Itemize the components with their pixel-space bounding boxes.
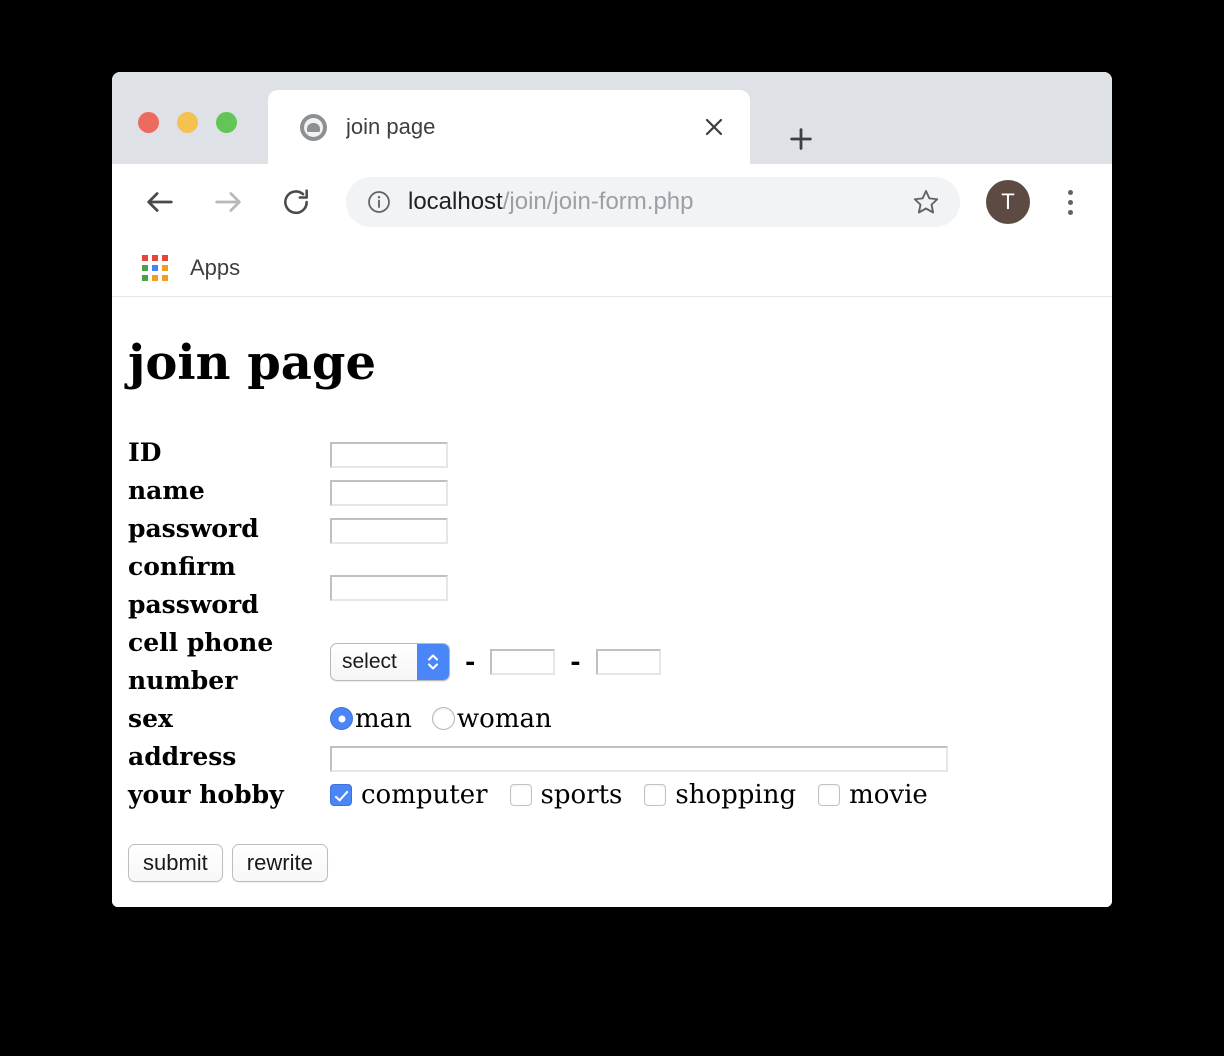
menu-dot <box>1067 209 1073 215</box>
submit-button[interactable]: submit <box>128 843 223 882</box>
label-address: address <box>128 741 237 771</box>
browser-window: join page localhost/join/join-form.php T… <box>112 72 1112 907</box>
url-path: /join/join-form.php <box>502 188 694 215</box>
minimize-window-button[interactable] <box>177 112 198 133</box>
sex-radio-group: man woman <box>330 704 950 734</box>
window-traffic-lights <box>138 112 237 133</box>
radio-woman-label: woman <box>456 703 552 734</box>
phone-separator-1: - <box>464 647 476 677</box>
address-bar[interactable]: localhost/join/join-form.php <box>346 177 960 227</box>
label-confirm-password: confirm password <box>128 551 259 619</box>
join-form: ID name password confirm password cell p… <box>128 434 950 814</box>
menu-dot <box>1067 199 1073 205</box>
form-row-sex: sex man woman <box>128 700 950 738</box>
hobby-checkbox-group: computer sports shopping movie <box>330 780 950 810</box>
checkbox-shopping[interactable] <box>644 783 667 806</box>
phone-middle-input[interactable] <box>490 648 556 675</box>
form-row-cell-phone-number: cell phone number select - - <box>128 624 950 700</box>
radio-woman[interactable] <box>431 707 455 731</box>
browser-tab[interactable]: join page <box>268 90 750 164</box>
name-input[interactable] <box>330 479 448 506</box>
forward-button[interactable] <box>204 178 252 226</box>
label-your-hobby: your hobby <box>128 779 284 809</box>
phone-prefix-select[interactable]: select <box>330 642 450 681</box>
back-button[interactable] <box>136 178 184 226</box>
label-password: password <box>128 513 259 543</box>
maximize-window-button[interactable] <box>216 112 237 133</box>
password-input[interactable] <box>330 517 448 544</box>
browser-toolbar: localhost/join/join-form.php T <box>112 164 1112 240</box>
globe-favicon-icon <box>300 113 327 141</box>
form-row-password: password <box>128 510 950 548</box>
rewrite-button[interactable]: rewrite <box>231 843 328 882</box>
reload-button[interactable] <box>272 178 320 226</box>
tab-strip: join page <box>112 72 1112 164</box>
checkbox-sports-label: sports <box>540 779 623 810</box>
bookmarks-bar: Apps <box>112 240 1112 297</box>
phone-separator-2: - <box>570 647 581 677</box>
new-tab-button[interactable] <box>780 118 822 160</box>
tab-title: join page <box>346 114 436 139</box>
form-row-your-hobby: your hobby computer sports shopping movi… <box>128 776 950 814</box>
url-host: localhost <box>408 188 503 215</box>
checkbox-shopping-label: shopping <box>675 779 797 810</box>
checkbox-sports[interactable] <box>509 783 532 806</box>
three-dot-menu-icon[interactable] <box>1052 180 1088 224</box>
checkbox-computer-label: computer <box>361 779 488 810</box>
apps-shortcut[interactable]: Apps <box>142 255 240 281</box>
page-viewport: join page ID name password confirm passw… <box>112 297 1112 907</box>
profile-avatar[interactable]: T <box>986 180 1030 224</box>
bookmark-star-icon[interactable] <box>908 184 944 220</box>
id-input[interactable] <box>330 441 448 468</box>
form-row-confirm-password: confirm password <box>128 548 950 624</box>
avatar-initial: T <box>1001 189 1015 214</box>
form-row-id: ID <box>128 434 950 472</box>
radio-man[interactable] <box>330 707 353 731</box>
address-bar-text: localhost/join/join-form.php <box>408 188 694 216</box>
checkbox-movie-label: movie <box>849 779 928 810</box>
label-id: ID <box>128 437 162 467</box>
page-title: join page <box>128 335 376 391</box>
close-window-button[interactable] <box>138 112 159 133</box>
confirm-password-input[interactable] <box>330 574 448 601</box>
label-sex: sex <box>128 703 173 733</box>
checkbox-computer[interactable] <box>330 783 352 806</box>
form-row-name: name <box>128 472 950 510</box>
info-circle-icon[interactable] <box>366 189 392 215</box>
checkbox-movie[interactable] <box>818 783 841 806</box>
address-input[interactable] <box>330 745 948 772</box>
phone-last-input[interactable] <box>595 648 661 675</box>
form-row-address: address <box>128 738 950 776</box>
radio-man-label: man <box>355 703 412 734</box>
label-name: name <box>128 475 205 505</box>
chevron-updown-icon <box>417 643 449 680</box>
apps-label: Apps <box>190 255 241 280</box>
close-tab-icon[interactable] <box>698 111 730 143</box>
menu-dot <box>1067 189 1073 195</box>
form-actions: submit rewrite <box>128 843 1096 882</box>
label-cell-phone-number: cell phone number <box>128 627 274 695</box>
apps-grid-icon <box>142 255 168 281</box>
phone-prefix-selected-value: select <box>342 649 397 673</box>
